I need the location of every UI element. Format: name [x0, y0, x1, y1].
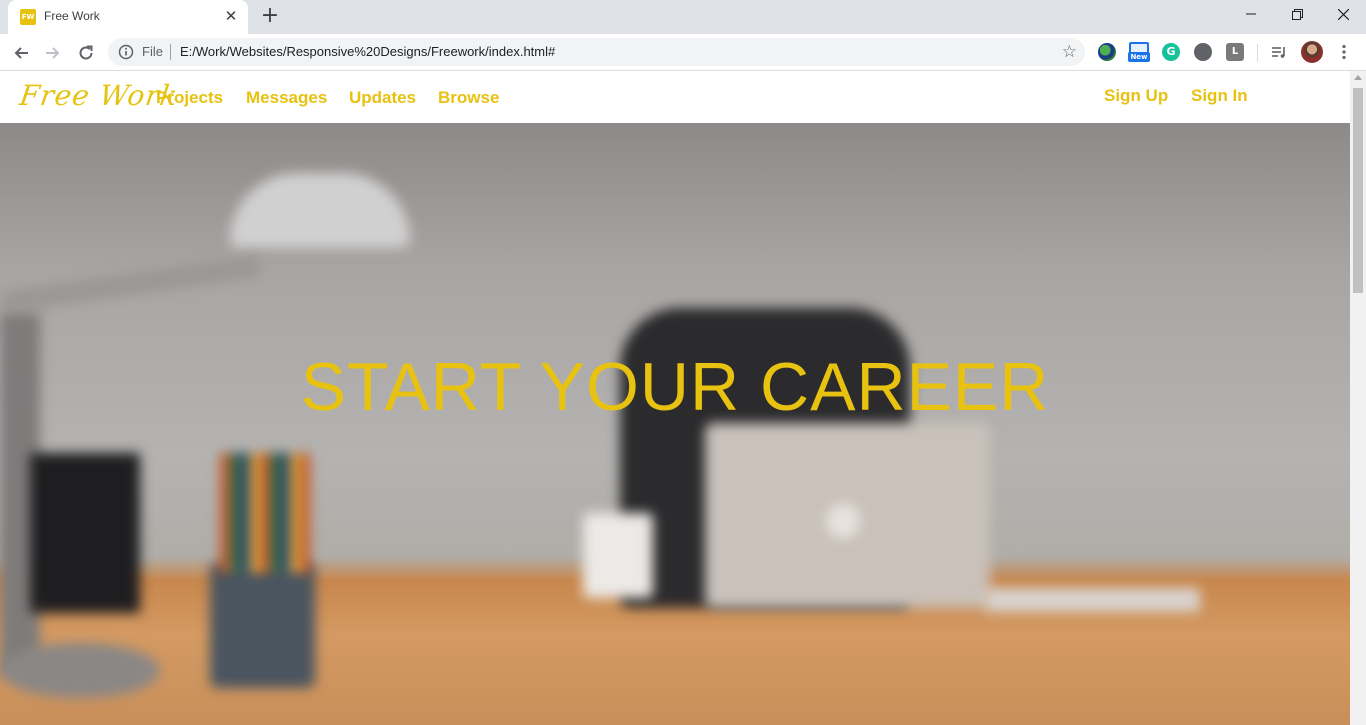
new-tab-icon[interactable]: + — [258, 5, 282, 29]
desk-lamp-arm-shape — [0, 255, 261, 313]
tab-strip: FW Free Work ✕ + — [0, 0, 1366, 34]
hero-section: START YOUR CAREER — [0, 123, 1350, 725]
restore-icon[interactable] — [1274, 0, 1320, 30]
grammarly-icon[interactable]: G — [1162, 43, 1180, 61]
page-viewport: Free Work Projects Messages Updates Brow… — [0, 71, 1366, 725]
pencils-shape — [220, 453, 310, 573]
site-info-icon[interactable] — [118, 44, 134, 64]
site-favicon: FW — [20, 9, 36, 25]
l-extension-icon[interactable]: L — [1226, 43, 1244, 61]
scrollbar-thumb[interactable] — [1353, 88, 1363, 293]
pencil-cup-shape — [210, 563, 315, 688]
nav-messages[interactable]: Messages — [246, 88, 327, 108]
back-arrow-icon[interactable] — [8, 40, 34, 66]
nav-sign-up[interactable]: Sign Up — [1104, 86, 1168, 106]
tab-free-work[interactable]: FW Free Work ✕ — [8, 0, 248, 34]
nav-updates[interactable]: Updates — [349, 88, 416, 108]
globe-extension-icon[interactable] — [1098, 43, 1116, 61]
browser-toolbar: File E:/Work/Websites/Responsive%20Desig… — [0, 34, 1366, 71]
lamp-base-shape — [0, 643, 160, 698]
page-scrollbar[interactable] — [1350, 71, 1366, 725]
scheme-label: File — [142, 44, 163, 59]
nav-browse[interactable]: Browse — [438, 88, 499, 108]
scroll-up-icon[interactable] — [1354, 75, 1362, 80]
profile-avatar[interactable] — [1301, 41, 1323, 63]
site-navbar: Free Work Projects Messages Updates Brow… — [0, 71, 1350, 123]
laptop-logo-shape — [826, 503, 860, 539]
minimize-icon[interactable] — [1228, 0, 1274, 30]
new-badge: New — [1128, 52, 1150, 62]
forward-arrow-icon[interactable] — [40, 40, 66, 66]
dark-reader-icon[interactable] — [1194, 43, 1212, 61]
menu-kebab-icon[interactable] — [1335, 43, 1353, 61]
address-bar[interactable]: File E:/Work/Websites/Responsive%20Desig… — [108, 38, 1085, 66]
nav-sign-in[interactable]: Sign In — [1191, 86, 1248, 106]
desk-lamp-shade-shape — [230, 173, 410, 248]
tab-close-icon[interactable]: ✕ — [222, 7, 240, 25]
bookmark-star-icon[interactable]: ☆ — [1062, 42, 1077, 62]
toolbar-divider — [1257, 44, 1258, 62]
monitor-shape — [30, 453, 140, 613]
url-text[interactable]: E:/Work/Websites/Responsive%20Designs/Fr… — [180, 44, 555, 59]
notebook-shape — [985, 588, 1200, 612]
nav-projects[interactable]: Projects — [156, 88, 223, 108]
mug-shape — [583, 513, 653, 598]
window-close-icon[interactable] — [1320, 0, 1366, 30]
reload-icon[interactable] — [73, 40, 99, 66]
playlist-icon[interactable] — [1270, 43, 1288, 61]
tab-title: Free Work — [44, 9, 100, 23]
omnibox-separator — [170, 44, 171, 60]
new-screenshot-extension-icon[interactable]: New — [1128, 42, 1150, 64]
hero-headline: START YOUR CAREER — [300, 349, 1050, 425]
